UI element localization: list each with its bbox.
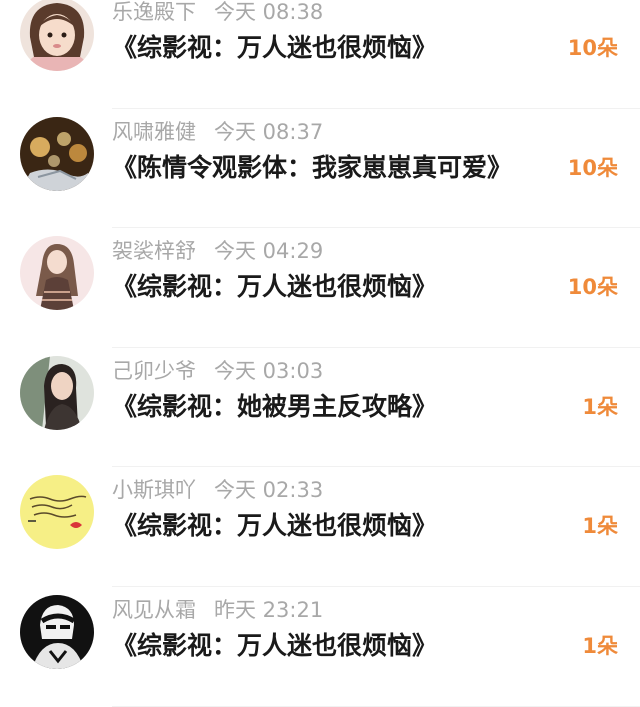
avatar[interactable]: [20, 355, 94, 430]
list-item[interactable]: 小斯琪吖 今天 02:33 《综影视：万人迷也很烦恼》 1朵: [0, 467, 640, 587]
list-item[interactable]: 乐逸殿下 今天 08:38 《综影视：万人迷也很烦恼》 10朵: [0, 0, 640, 109]
gift-count: 1朵: [582, 394, 618, 419]
book-title[interactable]: 《陈情令观影体：我家崽崽真可爱》: [112, 151, 512, 185]
book-title[interactable]: 《综影视：万人迷也很烦恼》: [112, 509, 437, 543]
username[interactable]: 小斯琪吖: [112, 478, 196, 502]
timestamp: 今天 08:38: [214, 0, 324, 24]
username[interactable]: 己卯少爷: [112, 359, 196, 383]
divider: [112, 705, 640, 707]
book-title[interactable]: 《综影视：万人迷也很烦恼》: [112, 270, 437, 304]
username[interactable]: 乐逸殿下: [112, 0, 196, 24]
username[interactable]: 袈裟梓舒: [112, 239, 196, 263]
timestamp: 今天 02:33: [214, 478, 324, 503]
book-title[interactable]: 《综影视：万人迷也很烦恼》: [112, 31, 437, 65]
book-title[interactable]: 《综影视：她被男主反攻略》: [112, 390, 437, 424]
avatar-yellow-note-icon: [20, 475, 94, 550]
avatar-girl-pink-icon: [20, 0, 94, 71]
list-item[interactable]: 袈裟梓舒 今天 04:29 《综影视：万人迷也很烦恼》 10朵: [0, 228, 640, 348]
avatar[interactable]: [20, 475, 94, 550]
gift-count: 10朵: [567, 275, 618, 300]
list-item[interactable]: 风啸雅健 今天 08:37 《陈情令观影体：我家崽崽真可爱》 10朵: [0, 109, 640, 229]
timestamp: 今天 08:37: [214, 119, 324, 144]
avatar[interactable]: [20, 0, 94, 71]
avatar[interactable]: [20, 236, 94, 311]
username[interactable]: 风啸雅健: [112, 120, 196, 144]
timestamp: 今天 04:29: [214, 239, 324, 264]
avatar-bokeh-lights-icon: [20, 116, 94, 191]
gift-list: 乐逸殿下 今天 08:38 《综影视：万人迷也很烦恼》 10朵 风啸雅健 今天 08…: [0, 0, 640, 707]
username[interactable]: 风见从霜: [112, 598, 196, 622]
avatar-girl-portrait-icon: [20, 355, 94, 430]
gift-count: 10朵: [567, 36, 618, 60]
list-item[interactable]: 风见从霜 昨天 23:21 《综影视：万人迷也很烦恼》 1朵: [0, 587, 640, 707]
list-item[interactable]: 己卯少爷 今天 03:03 《综影视：她被男主反攻略》 1朵: [0, 348, 640, 468]
gift-count: 1朵: [582, 633, 618, 658]
gift-count: 1朵: [582, 514, 618, 539]
avatar-drawn-girl-icon: [20, 236, 94, 311]
timestamp: 今天 03:03: [214, 358, 324, 383]
gift-count: 10朵: [567, 155, 618, 180]
timestamp: 昨天 23:21: [214, 597, 324, 622]
avatar[interactable]: [20, 116, 94, 191]
